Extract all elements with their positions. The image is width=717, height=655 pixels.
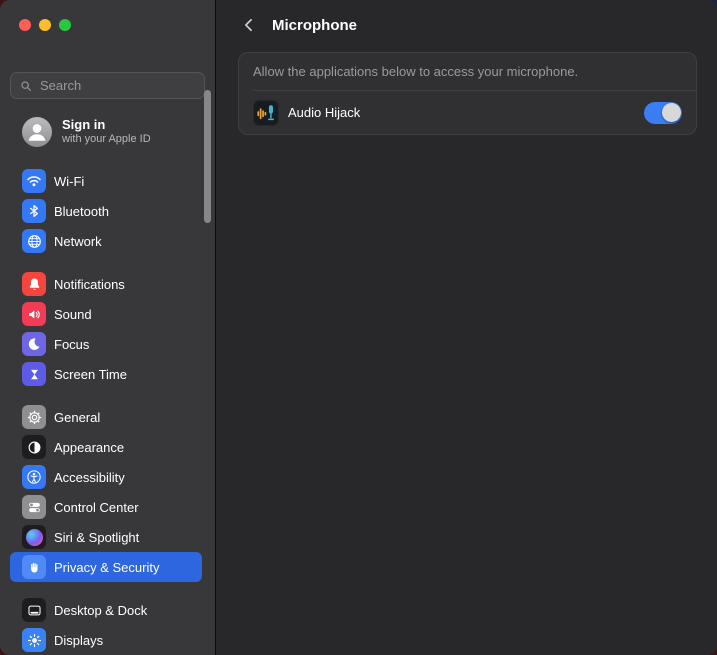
app-row-audio-hijack: Audio Hijack [239, 91, 696, 134]
window-controls [0, 0, 215, 65]
sidebar-item-accessibility[interactable]: Accessibility [10, 462, 202, 492]
audio-hijack-app-icon [253, 99, 279, 126]
bell-icon [22, 272, 46, 296]
siri-icon [22, 525, 46, 549]
sidebar-item-screen-time[interactable]: Screen Time [10, 359, 202, 389]
sidebar-item-displays[interactable]: Displays [10, 625, 202, 655]
sidebar-item-bluetooth[interactable]: Bluetooth [10, 196, 202, 226]
system-settings-window: Sign in with your Apple ID Wi-Fi Bluetoo… [0, 0, 717, 655]
sidebar-item-siri-spotlight[interactable]: Siri & Spotlight [10, 522, 202, 552]
sidebar-item-wifi[interactable]: Wi-Fi [10, 166, 202, 196]
sidebar-item-sound[interactable]: Sound [10, 299, 202, 329]
sidebar-item-apple-id[interactable]: Sign in with your Apple ID [10, 112, 205, 152]
sign-in-subtitle: with your Apple ID [62, 133, 151, 146]
sidebar-item-notifications[interactable]: Notifications [10, 269, 202, 299]
back-button[interactable] [238, 14, 260, 36]
close-button[interactable] [19, 19, 31, 31]
sidebar: Sign in with your Apple ID Wi-Fi Bluetoo… [0, 0, 216, 655]
page-title: Microphone [272, 16, 357, 34]
permissions-description: Allow the applications below to access y… [253, 64, 579, 79]
app-name: Audio Hijack [288, 105, 361, 120]
sidebar-item-desktop-dock[interactable]: Desktop & Dock [10, 595, 202, 625]
contrast-icon [22, 435, 46, 459]
content-header: Microphone [216, 0, 717, 50]
audio-hijack-toggle[interactable] [644, 101, 682, 124]
minimize-button[interactable] [39, 19, 51, 31]
search-field[interactable] [10, 72, 205, 99]
sign-in-title: Sign in [62, 117, 106, 133]
toggles-icon [22, 495, 46, 519]
gear-icon [22, 405, 46, 429]
microphone-permissions-card: Allow the applications below to access y… [238, 52, 697, 135]
sidebar-item-control-center[interactable]: Control Center [10, 492, 202, 522]
sidebar-nav: Wi-Fi Bluetooth Network Notifications So… [0, 152, 215, 655]
search-icon [19, 79, 33, 93]
content-pane: Microphone Allow the applications below … [216, 0, 717, 655]
accessibility-icon [22, 465, 46, 489]
search-input[interactable] [38, 77, 196, 94]
sidebar-item-focus[interactable]: Focus [10, 329, 202, 359]
sidebar-item-network[interactable]: Network [10, 226, 202, 256]
globe-icon [22, 229, 46, 253]
speaker-icon [22, 302, 46, 326]
sidebar-item-privacy-security[interactable]: Privacy & Security [10, 552, 202, 582]
dock-icon [22, 598, 46, 622]
hourglass-icon [22, 362, 46, 386]
sidebar-scrollbar[interactable] [204, 90, 211, 223]
sidebar-item-appearance[interactable]: Appearance [10, 432, 202, 462]
sun-icon [22, 628, 46, 652]
avatar [22, 117, 52, 147]
wifi-icon [22, 169, 46, 193]
bluetooth-icon [22, 199, 46, 223]
moon-icon [22, 332, 46, 356]
sidebar-item-general[interactable]: General [10, 402, 202, 432]
hand-icon [22, 555, 46, 579]
toggle-knob [661, 103, 681, 122]
zoom-button[interactable] [59, 19, 71, 31]
